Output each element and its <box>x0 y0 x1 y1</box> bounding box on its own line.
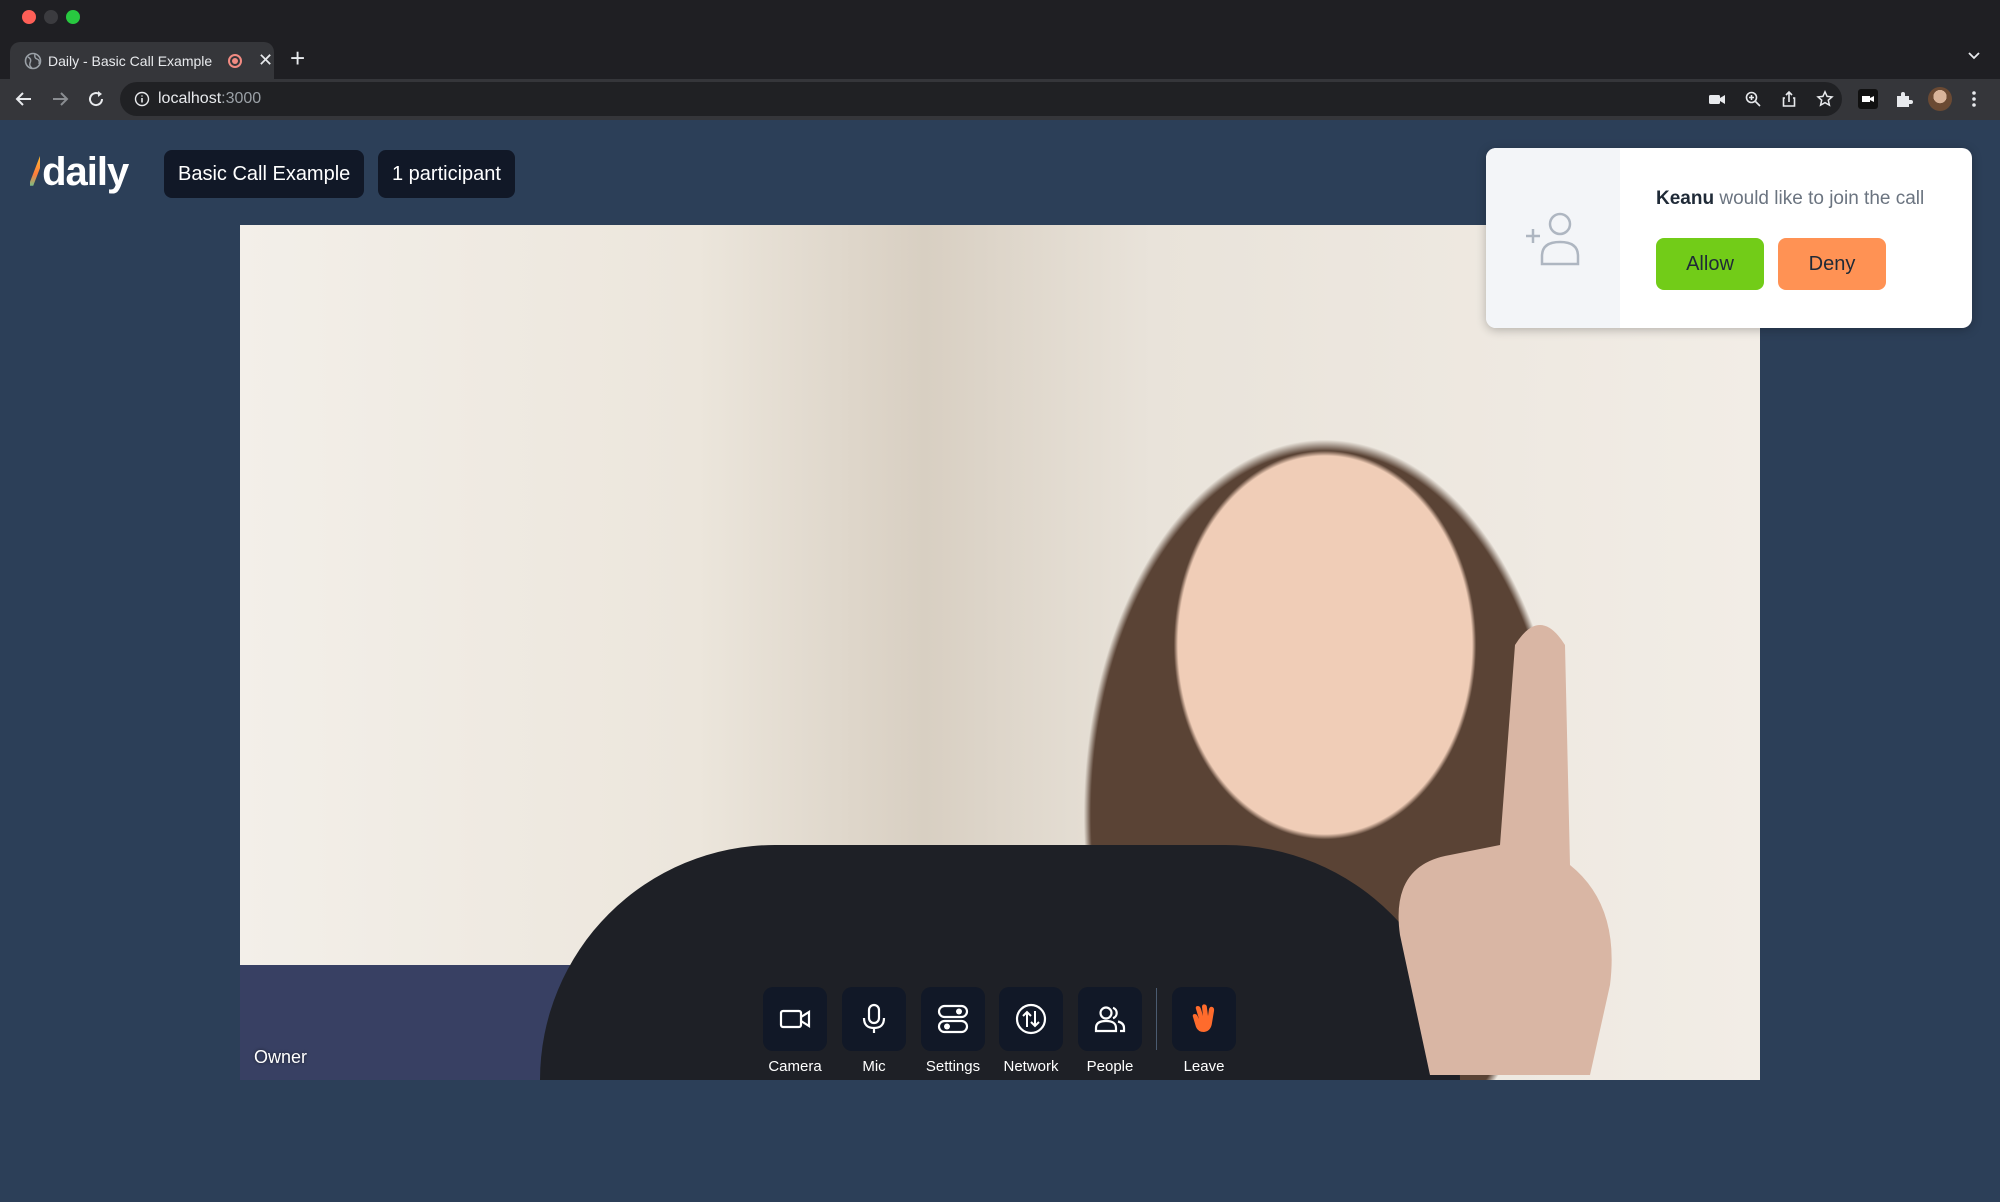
add-user-icon <box>1526 212 1580 266</box>
tab-strip: Daily - Basic Call Example ✕ + <box>0 33 2000 80</box>
zoom-icon[interactable] <box>1744 90 1762 108</box>
notification-icon-panel <box>1486 148 1620 328</box>
new-tab-button[interactable]: + <box>290 45 305 71</box>
settings-button[interactable] <box>921 987 985 1051</box>
waving-hand-icon <box>1192 1004 1215 1032</box>
room-name-badge: Basic Call Example <box>164 150 365 198</box>
address-bar[interactable]: localhost:3000 <box>120 82 1842 116</box>
people-icon <box>1094 1006 1126 1033</box>
back-arrow-icon[interactable] <box>12 87 36 111</box>
globe-icon <box>24 52 42 70</box>
mic-button[interactable] <box>842 987 906 1051</box>
video-name-label: Owner <box>254 1047 308 1067</box>
microphone-icon <box>862 1003 886 1033</box>
info-icon[interactable] <box>134 91 150 107</box>
share-icon[interactable] <box>1780 90 1798 108</box>
network-button[interactable] <box>999 987 1063 1051</box>
join-request-message: Keanu would like to join the call <box>1656 188 1925 209</box>
maximize-window-button[interactable] <box>66 10 80 24</box>
chevron-down-icon[interactable] <box>1966 47 1982 63</box>
bookmark-star-icon[interactable] <box>1816 90 1834 108</box>
close-tab-icon[interactable]: ✕ <box>258 49 273 71</box>
camera-button[interactable] <box>763 987 827 1051</box>
join-request-notification: Keanu would like to join the call Allow … <box>1486 148 1972 328</box>
reload-icon[interactable] <box>84 87 108 111</box>
window-titlebar <box>0 0 2000 33</box>
leave-button[interactable] <box>1172 987 1236 1051</box>
camera-in-use-icon[interactable] <box>1708 90 1726 108</box>
close-window-button[interactable] <box>22 10 36 24</box>
people-label: People <box>1086 1058 1134 1075</box>
extensions-puzzle-icon[interactable] <box>1894 89 1914 109</box>
settings-label: Settings <box>925 1058 981 1075</box>
people-button[interactable] <box>1078 987 1142 1051</box>
more-vertical-icon[interactable] <box>1964 89 1984 109</box>
leave-label: Leave <box>1183 1058 1225 1075</box>
network-label: Network <box>1003 1058 1059 1075</box>
recording-indicator-icon <box>228 54 242 68</box>
daily-logo: /daily <box>30 150 129 194</box>
daily-extension-icon[interactable] <box>1858 89 1878 109</box>
deny-button[interactable]: Deny <box>1778 238 1886 290</box>
video-raised-hand <box>1398 625 1612 1075</box>
profile-avatar[interactable] <box>1928 87 1952 111</box>
tab-daily[interactable]: Daily - Basic Call Example ✕ <box>10 42 274 80</box>
participant-count-badge: 1 participant <box>378 150 515 198</box>
allow-button[interactable]: Allow <box>1656 238 1764 290</box>
url-text: localhost:3000 <box>158 90 262 107</box>
forward-arrow-icon[interactable] <box>48 87 72 111</box>
tray-divider <box>1156 988 1157 1050</box>
camera-label: Camera <box>768 1058 822 1075</box>
browser-toolbar: localhost:3000 <box>0 79 2000 120</box>
participant-video: Owner <box>240 225 1760 1080</box>
minimize-window-button[interactable] <box>44 10 58 24</box>
tab-title: Daily - Basic Call Example <box>48 53 213 69</box>
settings-toggles-icon <box>937 1004 969 1034</box>
network-icon <box>1015 1003 1047 1035</box>
camera-icon <box>779 1009 811 1029</box>
mic-label: Mic <box>862 1058 886 1075</box>
